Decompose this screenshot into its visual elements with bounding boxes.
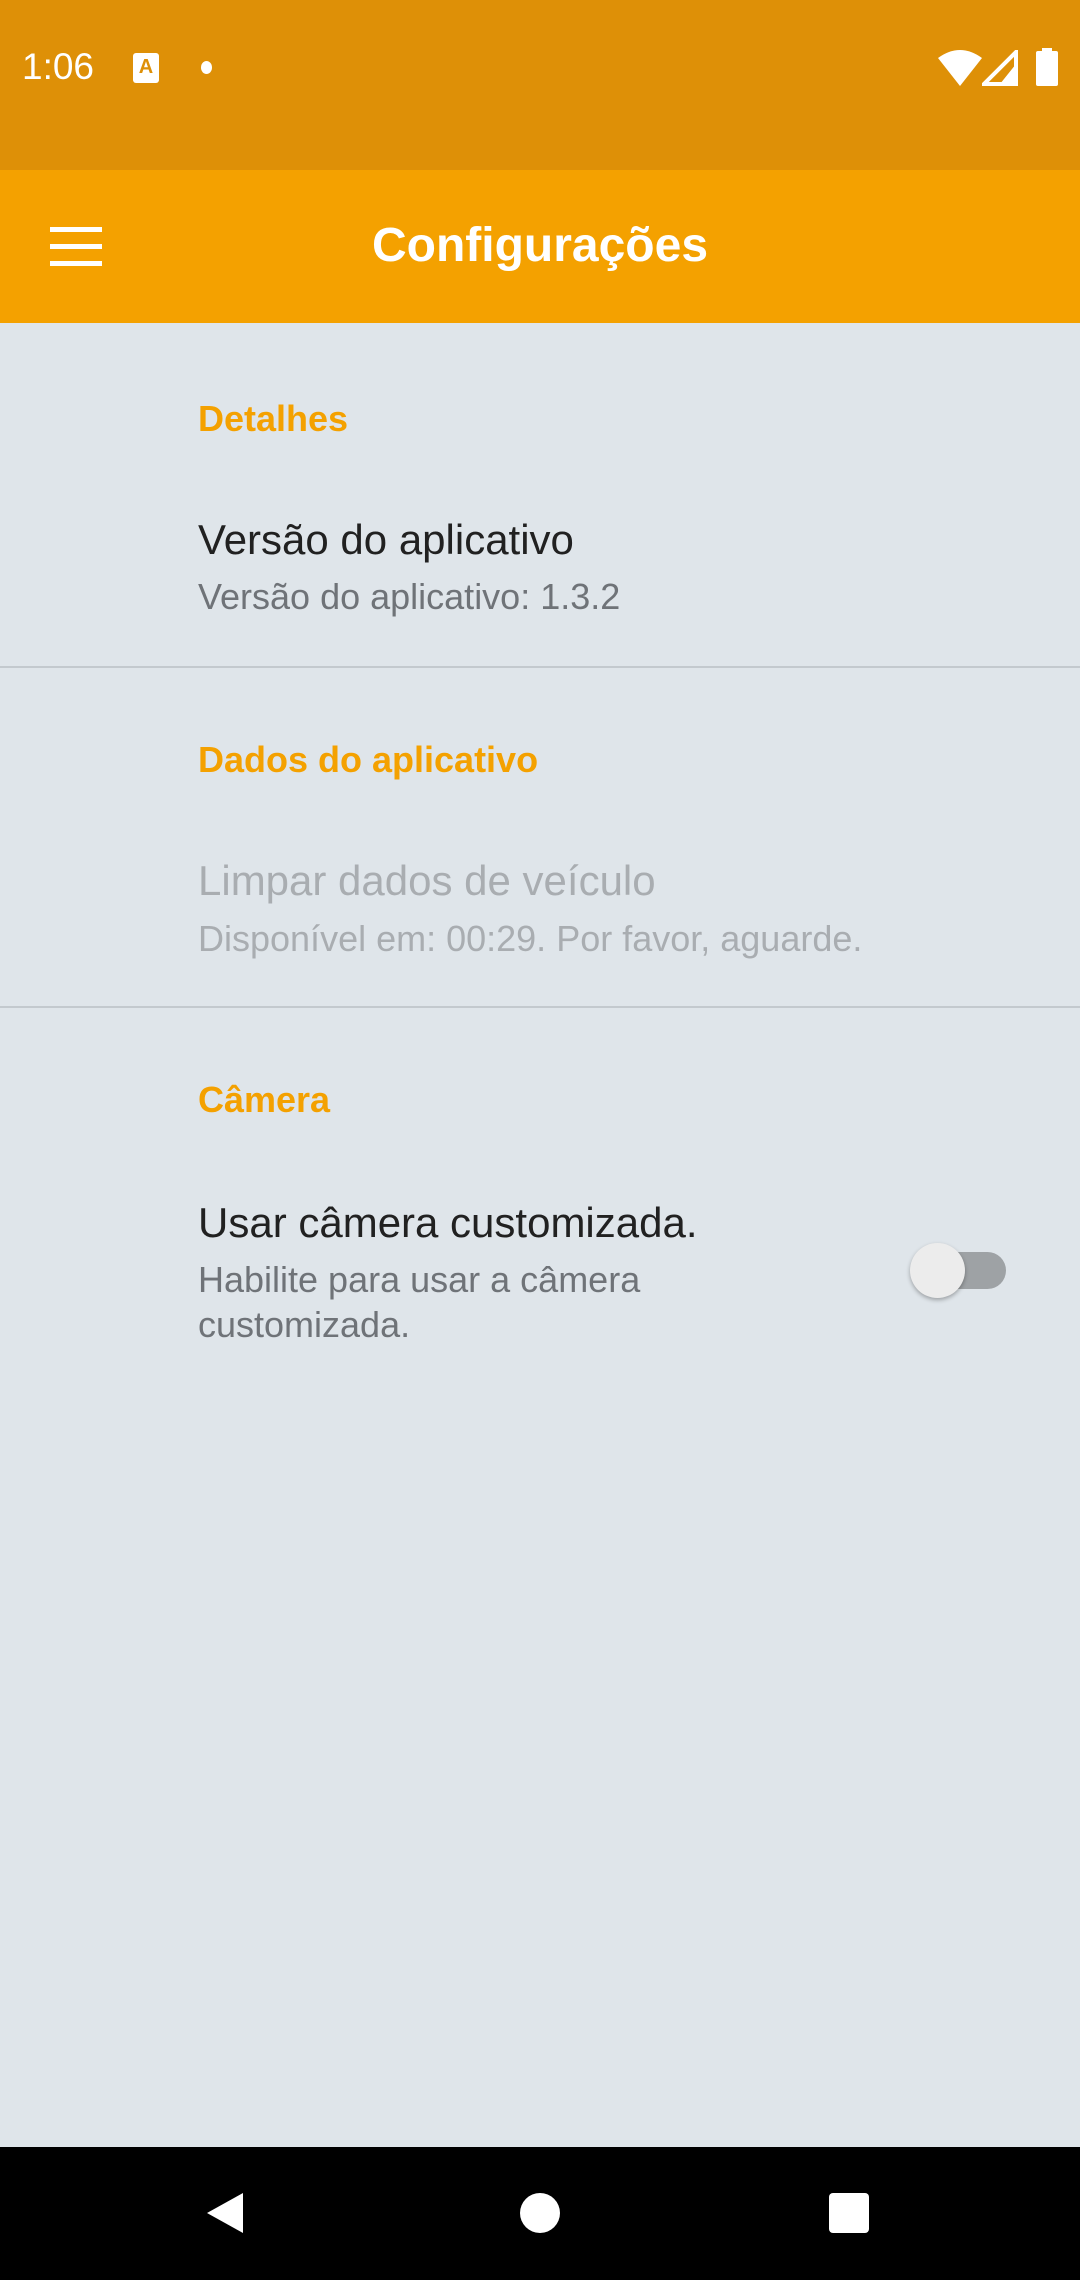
pref-summary: Disponível em: 00:29. Por favor, aguarde… xyxy=(198,918,863,959)
pref-title: Limpar dados de veículo xyxy=(198,857,656,904)
divider xyxy=(0,1006,1080,1008)
navigation-bar xyxy=(0,2147,1080,2280)
app-toolbar: Configurações xyxy=(0,170,1080,323)
divider xyxy=(0,666,1080,668)
category-app-data: Dados do aplicativo xyxy=(198,739,539,780)
custom-camera-switch[interactable] xyxy=(910,1243,1006,1298)
battery-icon xyxy=(1036,48,1058,86)
recents-icon[interactable] xyxy=(829,2193,869,2233)
pref-title: Usar câmera customizada. xyxy=(198,1199,698,1246)
clock: 1:06 xyxy=(22,46,95,87)
home-icon[interactable] xyxy=(519,2192,561,2234)
back-icon[interactable] xyxy=(205,2191,245,2235)
notification-dot-icon xyxy=(201,61,212,74)
status-bar: 1:06 A xyxy=(0,0,1080,170)
pref-summary: Habilite para usar a câmera customizada. xyxy=(198,1259,641,1345)
pref-summary: Versão do aplicativo: 1.3.2 xyxy=(198,576,621,617)
pref-title: Versão do aplicativo xyxy=(198,516,574,563)
category-detalhes: Detalhes xyxy=(198,398,349,439)
notification-app-icon: A xyxy=(133,53,159,83)
wifi-icon xyxy=(938,50,982,86)
switch-thumb xyxy=(910,1243,965,1298)
page-title: Configurações xyxy=(371,219,709,272)
category-camera: Câmera xyxy=(198,1079,331,1120)
signal-icon xyxy=(982,50,1018,86)
